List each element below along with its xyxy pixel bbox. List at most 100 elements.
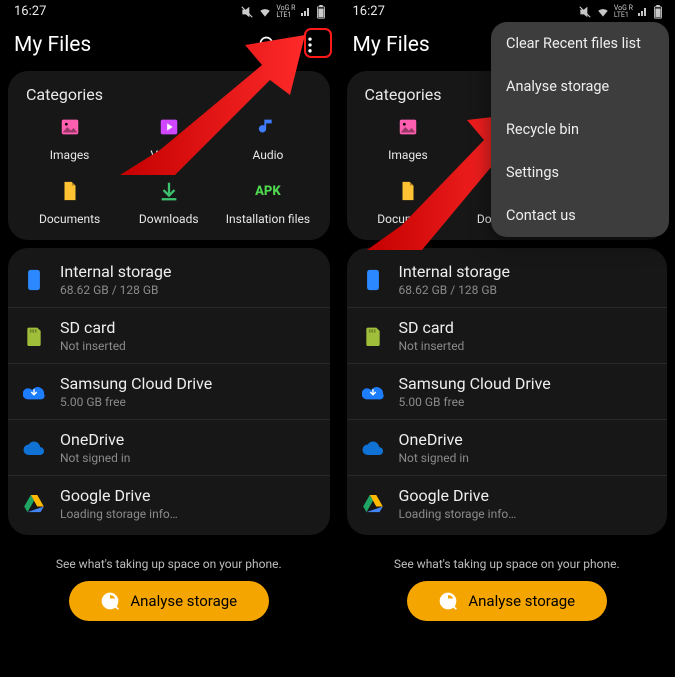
storage-samsung-cloud-drive[interactable]: Samsung Cloud Drive 5.00 GB free [347, 363, 668, 419]
phone-screen-right: 16:27 VoG RLTE1 My Files Categories Imag… [338, 0, 675, 677]
storage-sub: Not signed in [60, 451, 130, 465]
category-label: Images [50, 148, 90, 162]
clock: 16:27 [14, 4, 46, 19]
storage-sub: Not signed in [399, 451, 469, 465]
app-header: My Files [0, 21, 338, 71]
category-audio[interactable]: Audio [218, 114, 317, 162]
storage-name: Samsung Cloud Drive [60, 374, 212, 393]
phone-icon [22, 268, 46, 292]
storage-name: Internal storage [399, 262, 510, 281]
document-icon [395, 178, 421, 204]
image-icon [395, 114, 421, 140]
categories-panel: Categories Images Videos Audio Documents… [8, 71, 330, 240]
category-images[interactable]: Images [20, 114, 119, 162]
storage-name: Google Drive [399, 486, 517, 505]
category-label: Downloads [139, 212, 199, 226]
clock: 16:27 [353, 4, 385, 19]
storage-name: Internal storage [60, 262, 171, 281]
storage-name: Google Drive [60, 486, 178, 505]
phone-screen-left: 16:27 VoG RLTE1 My Files Categories Imag… [0, 0, 338, 677]
analyse-storage-button[interactable]: Analyse storage [407, 581, 607, 621]
cloud-icon [22, 380, 46, 404]
category-label: Documents [377, 212, 438, 226]
mute-icon [578, 5, 592, 19]
analyse-label: Analyse storage [468, 592, 575, 610]
category-label: Videos [150, 148, 187, 162]
cloud-icon [361, 380, 385, 404]
storage-panel: Internal storage 68.62 GB / 128 GB SD ca… [8, 248, 330, 535]
kebab-icon [300, 35, 320, 55]
analyse-label: Analyse storage [130, 592, 237, 610]
analyse-storage-button[interactable]: Analyse storage [69, 581, 269, 621]
hint-text: See what's taking up space on your phone… [0, 557, 338, 571]
hint-text: See what's taking up space on your phone… [339, 557, 675, 571]
page-title: My Files [14, 33, 91, 57]
menu-clear-recent-files-list[interactable]: Clear Recent files list [491, 22, 669, 65]
image-icon [57, 114, 83, 140]
category-installation-files[interactable]: APK Installation files [218, 178, 317, 226]
storage-name: OneDrive [60, 430, 130, 449]
status-bar: 16:27 VoG RLTE1 [339, 0, 675, 21]
storage-google-drive[interactable]: Google Drive Loading storage info… [8, 475, 330, 531]
gdrive-icon [361, 492, 385, 516]
network-label: VoG RLTE1 [614, 5, 633, 19]
storage-sub: Loading storage info… [399, 507, 517, 521]
storage-internal-storage[interactable]: Internal storage 68.62 GB / 128 GB [347, 252, 668, 307]
menu-settings[interactable]: Settings [491, 151, 669, 194]
category-label: Documents [39, 212, 100, 226]
apk-icon: APK [255, 178, 281, 204]
document-icon [57, 178, 83, 204]
category-downloads[interactable]: Downloads [119, 178, 218, 226]
sd-icon [22, 324, 46, 348]
category-videos[interactable]: Videos [119, 114, 218, 162]
category-images[interactable]: Images [359, 114, 458, 162]
overflow-menu: Clear Recent files listAnalyse storageRe… [491, 22, 669, 237]
storage-sd-card[interactable]: SD card Not inserted [347, 307, 668, 363]
storage-name: SD card [399, 318, 465, 337]
search-button[interactable] [254, 31, 282, 59]
signal-icon [300, 6, 312, 18]
storage-name: OneDrive [399, 430, 469, 449]
gdrive-icon [22, 492, 46, 516]
battery-icon [653, 5, 663, 19]
storage-panel: Internal storage 68.62 GB / 128 GB SD ca… [347, 248, 668, 535]
menu-contact-us[interactable]: Contact us [491, 194, 669, 237]
storage-samsung-cloud-drive[interactable]: Samsung Cloud Drive 5.00 GB free [8, 363, 330, 419]
sd-icon [361, 324, 385, 348]
storage-name: Samsung Cloud Drive [399, 374, 551, 393]
categories-grid: Images Videos Audio Documents Downloads A… [20, 114, 318, 226]
analyse-icon [100, 591, 120, 611]
more-menu-button[interactable] [296, 31, 324, 59]
signal-icon [637, 6, 649, 18]
storage-onedrive[interactable]: OneDrive Not signed in [347, 419, 668, 475]
phone-icon [361, 268, 385, 292]
network-label: VoG RLTE1 [276, 5, 295, 19]
storage-sd-card[interactable]: SD card Not inserted [8, 307, 330, 363]
status-bar: 16:27 VoG RLTE1 [0, 0, 338, 21]
menu-recycle-bin[interactable]: Recycle bin [491, 108, 669, 151]
onedrive-icon [361, 436, 385, 460]
storage-internal-storage[interactable]: Internal storage 68.62 GB / 128 GB [8, 252, 330, 307]
category-label: Audio [252, 148, 283, 162]
wifi-icon [258, 5, 272, 19]
battery-icon [316, 5, 326, 19]
storage-google-drive[interactable]: Google Drive Loading storage info… [347, 475, 668, 531]
status-icons: VoG RLTE1 [240, 5, 325, 19]
category-label: Images [388, 148, 428, 162]
download-icon [156, 178, 182, 204]
categories-title: Categories [26, 85, 318, 104]
storage-sub: 68.62 GB / 128 GB [60, 283, 171, 297]
analyse-icon [438, 591, 458, 611]
mute-icon [240, 5, 254, 19]
wifi-icon [596, 5, 610, 19]
storage-sub: 5.00 GB free [399, 395, 551, 409]
storage-onedrive[interactable]: OneDrive Not signed in [8, 419, 330, 475]
storage-sub: Not inserted [60, 339, 126, 353]
page-title: My Files [353, 33, 430, 57]
storage-sub: 5.00 GB free [60, 395, 212, 409]
category-documents[interactable]: Documents [20, 178, 119, 226]
storage-sub: 68.62 GB / 128 GB [399, 283, 510, 297]
menu-analyse-storage[interactable]: Analyse storage [491, 65, 669, 108]
category-documents[interactable]: Documents [359, 178, 458, 226]
storage-name: SD card [60, 318, 126, 337]
